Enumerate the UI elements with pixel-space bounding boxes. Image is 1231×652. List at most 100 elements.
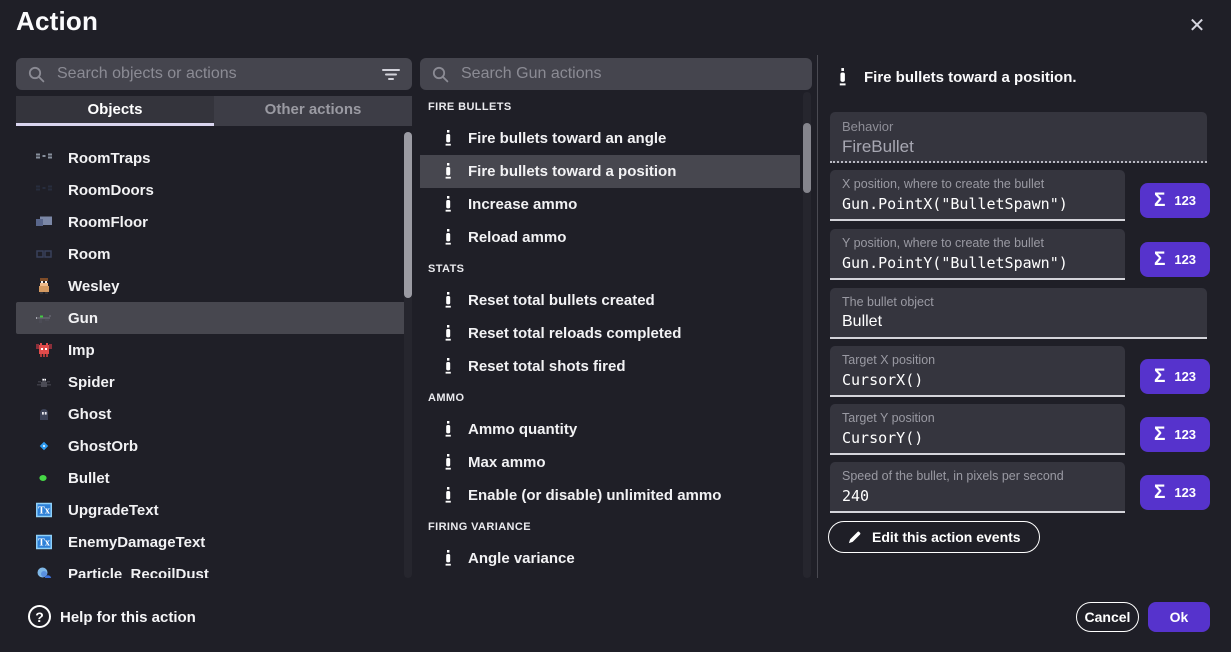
- bullet-icon: [444, 292, 453, 309]
- object-list-item[interactable]: RoomTraps: [16, 142, 408, 174]
- bullet-icon: [444, 550, 453, 567]
- search-icon: [28, 66, 45, 83]
- action-group-header: AMMO: [420, 383, 803, 413]
- parameter-field[interactable]: Target Y positionCursorY(): [830, 404, 1125, 455]
- action-label: Reset total shots fired: [468, 358, 626, 375]
- object-list-item[interactable]: Gun: [16, 302, 408, 334]
- bullet-icon: [444, 196, 453, 213]
- roomdoors-icon: [36, 182, 52, 198]
- expression-editor-button[interactable]: Σ 123: [1140, 417, 1210, 452]
- sigma-icon: Σ: [1154, 425, 1165, 444]
- object-list-item[interactable]: Spider: [16, 366, 408, 398]
- parameter-field-value: Gun.PointY("BulletSpawn"): [842, 254, 1113, 272]
- action-group-header: FIRE BULLETS: [420, 92, 803, 122]
- cancel-button[interactable]: Cancel: [1076, 602, 1139, 632]
- action-list-item[interactable]: Reset total reloads completed: [420, 317, 800, 350]
- action-list-item[interactable]: Fire bullets toward a position: [420, 155, 800, 188]
- action-description: Fire bullets toward a position.: [864, 69, 1077, 86]
- action-list-item[interactable]: Reload ammo: [420, 221, 800, 254]
- action-list-item[interactable]: Angle variance: [420, 542, 800, 575]
- object-list-item[interactable]: RoomDoors: [16, 174, 408, 206]
- parameter-field-value: Bullet: [842, 313, 1195, 331]
- action-list-item[interactable]: [420, 575, 800, 578]
- roomtraps-icon: [36, 150, 52, 166]
- bullet-icon: [444, 163, 453, 180]
- object-label: RoomFloor: [68, 214, 148, 231]
- object-list-item[interactable]: RoomFloor: [16, 206, 408, 238]
- parameter-field-label: Speed of the bullet, in pixels per secon…: [842, 469, 1113, 484]
- edit-action-events-button[interactable]: Edit this action events: [828, 521, 1040, 553]
- numbers-123-icon: 123: [1174, 428, 1196, 441]
- behavior-field: Behavior FireBullet: [830, 112, 1207, 163]
- numbers-123-icon: 123: [1174, 253, 1196, 266]
- ghostorb-icon: [36, 438, 52, 454]
- object-list-item[interactable]: Tx UpgradeText: [16, 494, 408, 526]
- object-label: Gun: [68, 310, 98, 327]
- numbers-123-icon: 123: [1174, 486, 1196, 499]
- object-label: RoomTraps: [68, 150, 151, 167]
- actions-scrollbar-thumb[interactable]: [803, 123, 811, 193]
- object-list-item[interactable]: Wesley: [16, 270, 408, 302]
- expression-editor-button[interactable]: Σ 123: [1140, 242, 1210, 277]
- ok-button[interactable]: Ok: [1148, 602, 1210, 632]
- object-list-item[interactable]: Imp: [16, 334, 408, 366]
- help-icon[interactable]: ?: [28, 605, 51, 628]
- textobj-icon: Tx: [36, 534, 52, 550]
- tab-other-actions[interactable]: Other actions: [214, 96, 412, 126]
- object-list-item[interactable]: Bullet: [16, 462, 408, 494]
- action-list-item[interactable]: Fire bullets toward an angle: [420, 122, 800, 155]
- objects-scrollbar-thumb[interactable]: [404, 132, 412, 298]
- action-list-item[interactable]: Reset total shots fired: [420, 350, 800, 383]
- action-label: Fire bullets toward a position: [468, 163, 676, 180]
- behavior-field-label: Behavior: [842, 119, 1195, 134]
- sigma-icon: Σ: [1154, 250, 1165, 269]
- expression-editor-button[interactable]: Σ 123: [1140, 183, 1210, 218]
- action-list-item[interactable]: Max ammo: [420, 446, 800, 479]
- action-list-item[interactable]: Ammo quantity: [420, 413, 800, 446]
- object-list-item[interactable]: TxEnemyDamageText: [16, 526, 408, 558]
- parameter-field-value: CursorX(): [842, 371, 1113, 389]
- action-label: Increase ammo: [468, 196, 577, 213]
- svg-text:Tx: Tx: [38, 506, 50, 517]
- bullet-icon: [838, 68, 848, 87]
- help-link[interactable]: Help for this action: [60, 609, 196, 626]
- parameter-field-label: Target Y position: [842, 411, 1113, 426]
- action-label: Reset total reloads completed: [468, 325, 681, 342]
- sigma-icon: Σ: [1154, 191, 1165, 210]
- object-list-item[interactable]: GhostOrb: [16, 430, 408, 462]
- action-label: Reset total bullets created: [468, 292, 655, 309]
- expression-editor-button[interactable]: Σ123: [1140, 359, 1210, 394]
- svg-text:Tx: Tx: [38, 538, 50, 549]
- actions-search-input[interactable]: [459, 64, 800, 84]
- object-list-item[interactable]: Particle_RecoilDust: [16, 558, 408, 578]
- parameter-field[interactable]: Target X positionCursorX(): [830, 346, 1125, 397]
- left-panel-tabs: ObjectsOther actions: [16, 96, 412, 126]
- page-title: Action: [16, 6, 98, 37]
- object-label: Ghost: [68, 406, 111, 423]
- roomfloor-icon: [36, 214, 52, 230]
- action-list: FIRE BULLETSFire bullets toward an angle…: [420, 92, 803, 578]
- numbers-123-icon: 123: [1174, 194, 1196, 207]
- imp-icon: [36, 342, 52, 358]
- expression-editor-button[interactable]: Σ123: [1140, 475, 1210, 510]
- behavior-field-value: FireBullet: [842, 137, 1195, 157]
- tab-objects[interactable]: Objects: [16, 96, 214, 126]
- parameter-field[interactable]: The bullet objectBullet: [830, 288, 1207, 339]
- parameter-field[interactable]: X position, where to create the bulletGu…: [830, 170, 1125, 221]
- bullet-icon: [444, 325, 453, 342]
- object-list-item[interactable]: Ghost: [16, 398, 408, 430]
- objects-search-input[interactable]: [55, 64, 372, 84]
- sigma-icon: Σ: [1154, 367, 1165, 386]
- action-list-item[interactable]: Enable (or disable) unlimited ammo: [420, 479, 800, 512]
- close-icon[interactable]: ✕: [1184, 12, 1210, 38]
- parameter-field[interactable]: Y position, where to create the bulletGu…: [830, 229, 1125, 280]
- room-icon: [36, 246, 52, 262]
- parameter-field[interactable]: Speed of the bullet, in pixels per secon…: [830, 462, 1125, 513]
- action-label: Max ammo: [468, 454, 546, 471]
- action-list-item[interactable]: Increase ammo: [420, 188, 800, 221]
- action-list-item[interactable]: Reset total bullets created: [420, 284, 800, 317]
- object-list-item[interactable]: Room: [16, 238, 408, 270]
- filter-icon[interactable]: [382, 68, 400, 81]
- object-label: UpgradeText: [68, 502, 159, 519]
- bullet-icon: [444, 130, 453, 147]
